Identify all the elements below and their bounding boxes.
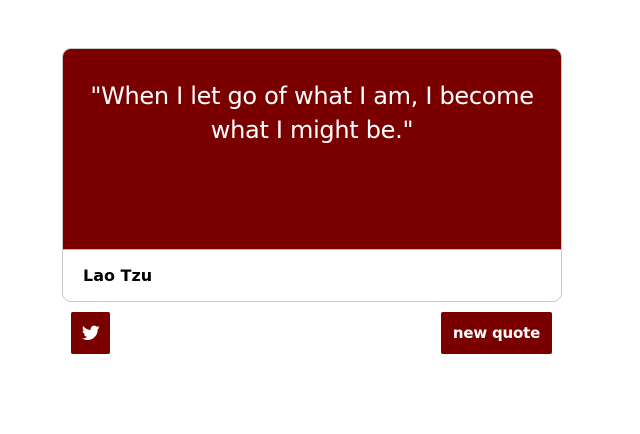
twitter-bird-icon [81, 325, 100, 341]
quote-text: "When I let go of what I am, I become wh… [90, 82, 534, 144]
author-row: Lao Tzu [63, 250, 561, 301]
quote-author: Lao Tzu [83, 266, 153, 285]
quote-card: "When I let go of what I am, I become wh… [62, 48, 562, 302]
quote-panel: "When I let go of what I am, I become wh… [63, 49, 561, 250]
new-quote-button[interactable]: new quote [441, 312, 552, 354]
tweet-quote-button[interactable] [71, 312, 110, 354]
